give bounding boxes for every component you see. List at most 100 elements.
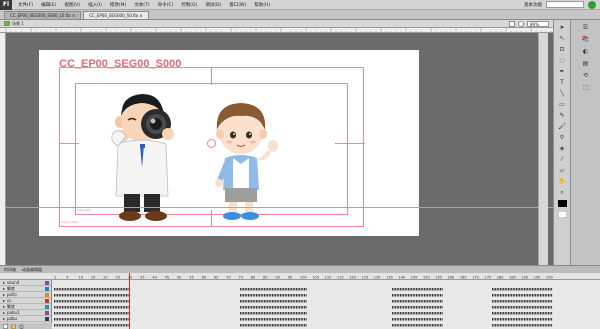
keyframe[interactable] xyxy=(544,294,546,297)
stage-work-area[interactable]: CC_EP00_SEG00_S000 Title Safe Action Saf… xyxy=(6,33,553,265)
keyframe[interactable] xyxy=(519,300,521,303)
keyframe[interactable] xyxy=(519,306,521,309)
keyframe[interactable] xyxy=(506,324,508,327)
keyframe[interactable] xyxy=(268,294,270,297)
keyframe[interactable] xyxy=(538,324,540,327)
keyframe[interactable] xyxy=(524,306,525,309)
keyframe[interactable] xyxy=(551,318,553,321)
keyframe[interactable] xyxy=(273,294,275,297)
keyframe[interactable] xyxy=(57,312,59,315)
keyframe[interactable] xyxy=(100,288,102,291)
keyframe[interactable] xyxy=(284,288,286,291)
keyframe[interactable] xyxy=(106,318,108,321)
keyframe[interactable] xyxy=(541,300,543,303)
keyframe[interactable] xyxy=(60,318,62,321)
keyframe[interactable] xyxy=(424,324,425,327)
keyframe[interactable] xyxy=(260,294,262,297)
keyframe[interactable] xyxy=(430,318,432,321)
keyframe[interactable] xyxy=(530,312,532,315)
keyframe[interactable] xyxy=(504,294,506,297)
keyframe[interactable] xyxy=(87,312,89,315)
keyframe[interactable] xyxy=(126,306,127,309)
keyframe[interactable] xyxy=(243,312,245,315)
keyframe[interactable] xyxy=(76,312,78,315)
keyframe[interactable] xyxy=(420,300,422,303)
keyframe[interactable] xyxy=(262,294,264,297)
keyframe[interactable] xyxy=(520,288,522,291)
keyframe[interactable] xyxy=(126,300,127,303)
keyframe[interactable] xyxy=(516,306,517,309)
keyframe[interactable] xyxy=(543,300,545,303)
keyframe[interactable] xyxy=(516,318,517,321)
keyframe[interactable] xyxy=(113,306,115,309)
keyframe[interactable] xyxy=(65,294,67,297)
line-icon[interactable]: ╲ xyxy=(557,89,568,98)
keyframe[interactable] xyxy=(419,300,421,303)
keyframe[interactable] xyxy=(541,288,543,291)
keyframe[interactable] xyxy=(424,300,425,303)
keyframe[interactable] xyxy=(113,288,115,291)
keyframe[interactable] xyxy=(60,294,62,297)
keyframe[interactable] xyxy=(433,300,435,303)
keyframe[interactable] xyxy=(535,300,537,303)
keyframe[interactable] xyxy=(89,300,91,303)
keyframe[interactable] xyxy=(528,294,530,297)
keyframe[interactable] xyxy=(87,306,89,309)
keyframe[interactable] xyxy=(496,324,498,327)
keyframe[interactable] xyxy=(408,324,409,327)
keyframe[interactable] xyxy=(288,294,289,297)
keyframe[interactable] xyxy=(422,300,424,303)
keyframe[interactable] xyxy=(544,318,546,321)
keyframe[interactable] xyxy=(70,318,71,321)
keyframe[interactable] xyxy=(289,300,291,303)
keyframe[interactable] xyxy=(243,318,245,321)
keyframe[interactable] xyxy=(522,300,524,303)
keyframe[interactable] xyxy=(516,300,517,303)
keyframe[interactable] xyxy=(395,324,397,327)
keyframe[interactable] xyxy=(420,294,422,297)
keyframe[interactable] xyxy=(121,294,123,297)
keyframe[interactable] xyxy=(430,300,432,303)
keyframe[interactable] xyxy=(126,288,127,291)
keyframe[interactable] xyxy=(404,300,406,303)
keyframe[interactable] xyxy=(404,312,406,315)
keyframe[interactable] xyxy=(404,324,406,327)
keyframe[interactable] xyxy=(536,294,538,297)
keyframe[interactable] xyxy=(427,318,429,321)
align-icon[interactable]: ▤ xyxy=(580,59,591,68)
keyframe[interactable] xyxy=(430,294,432,297)
keyframe[interactable] xyxy=(240,306,241,309)
keyframe[interactable] xyxy=(276,288,278,291)
keyframe[interactable] xyxy=(511,294,513,297)
keyframe[interactable] xyxy=(65,300,67,303)
keyframe[interactable] xyxy=(546,300,548,303)
keyframe[interactable] xyxy=(257,300,259,303)
keyframe[interactable] xyxy=(501,288,503,291)
keyframe[interactable] xyxy=(506,306,508,309)
keyframe[interactable] xyxy=(82,324,84,327)
keyframe[interactable] xyxy=(532,300,533,303)
keyframe[interactable] xyxy=(406,312,408,315)
keyframe[interactable] xyxy=(498,324,500,327)
keyframe[interactable] xyxy=(272,300,273,303)
keyframe[interactable] xyxy=(495,318,497,321)
keyframe[interactable] xyxy=(244,318,246,321)
keyframe[interactable] xyxy=(412,294,414,297)
keyframe[interactable] xyxy=(527,300,529,303)
breadcrumb[interactable]: 场景 1 xyxy=(4,21,24,27)
keyframe[interactable] xyxy=(248,306,249,309)
keyframe[interactable] xyxy=(544,324,546,327)
keyframe[interactable] xyxy=(299,288,301,291)
keyframe[interactable] xyxy=(516,312,517,315)
keyframe[interactable] xyxy=(528,312,530,315)
keyframe[interactable] xyxy=(393,318,395,321)
keyframe[interactable] xyxy=(514,318,516,321)
keyframe[interactable] xyxy=(549,288,551,291)
menu-text[interactable]: 文本(T) xyxy=(130,2,153,8)
keyframe[interactable] xyxy=(87,324,89,327)
keyframe[interactable] xyxy=(395,318,397,321)
keyframe[interactable] xyxy=(278,300,280,303)
keyframe[interactable] xyxy=(524,324,525,327)
keyframe[interactable] xyxy=(296,294,297,297)
keyframe[interactable] xyxy=(398,324,400,327)
